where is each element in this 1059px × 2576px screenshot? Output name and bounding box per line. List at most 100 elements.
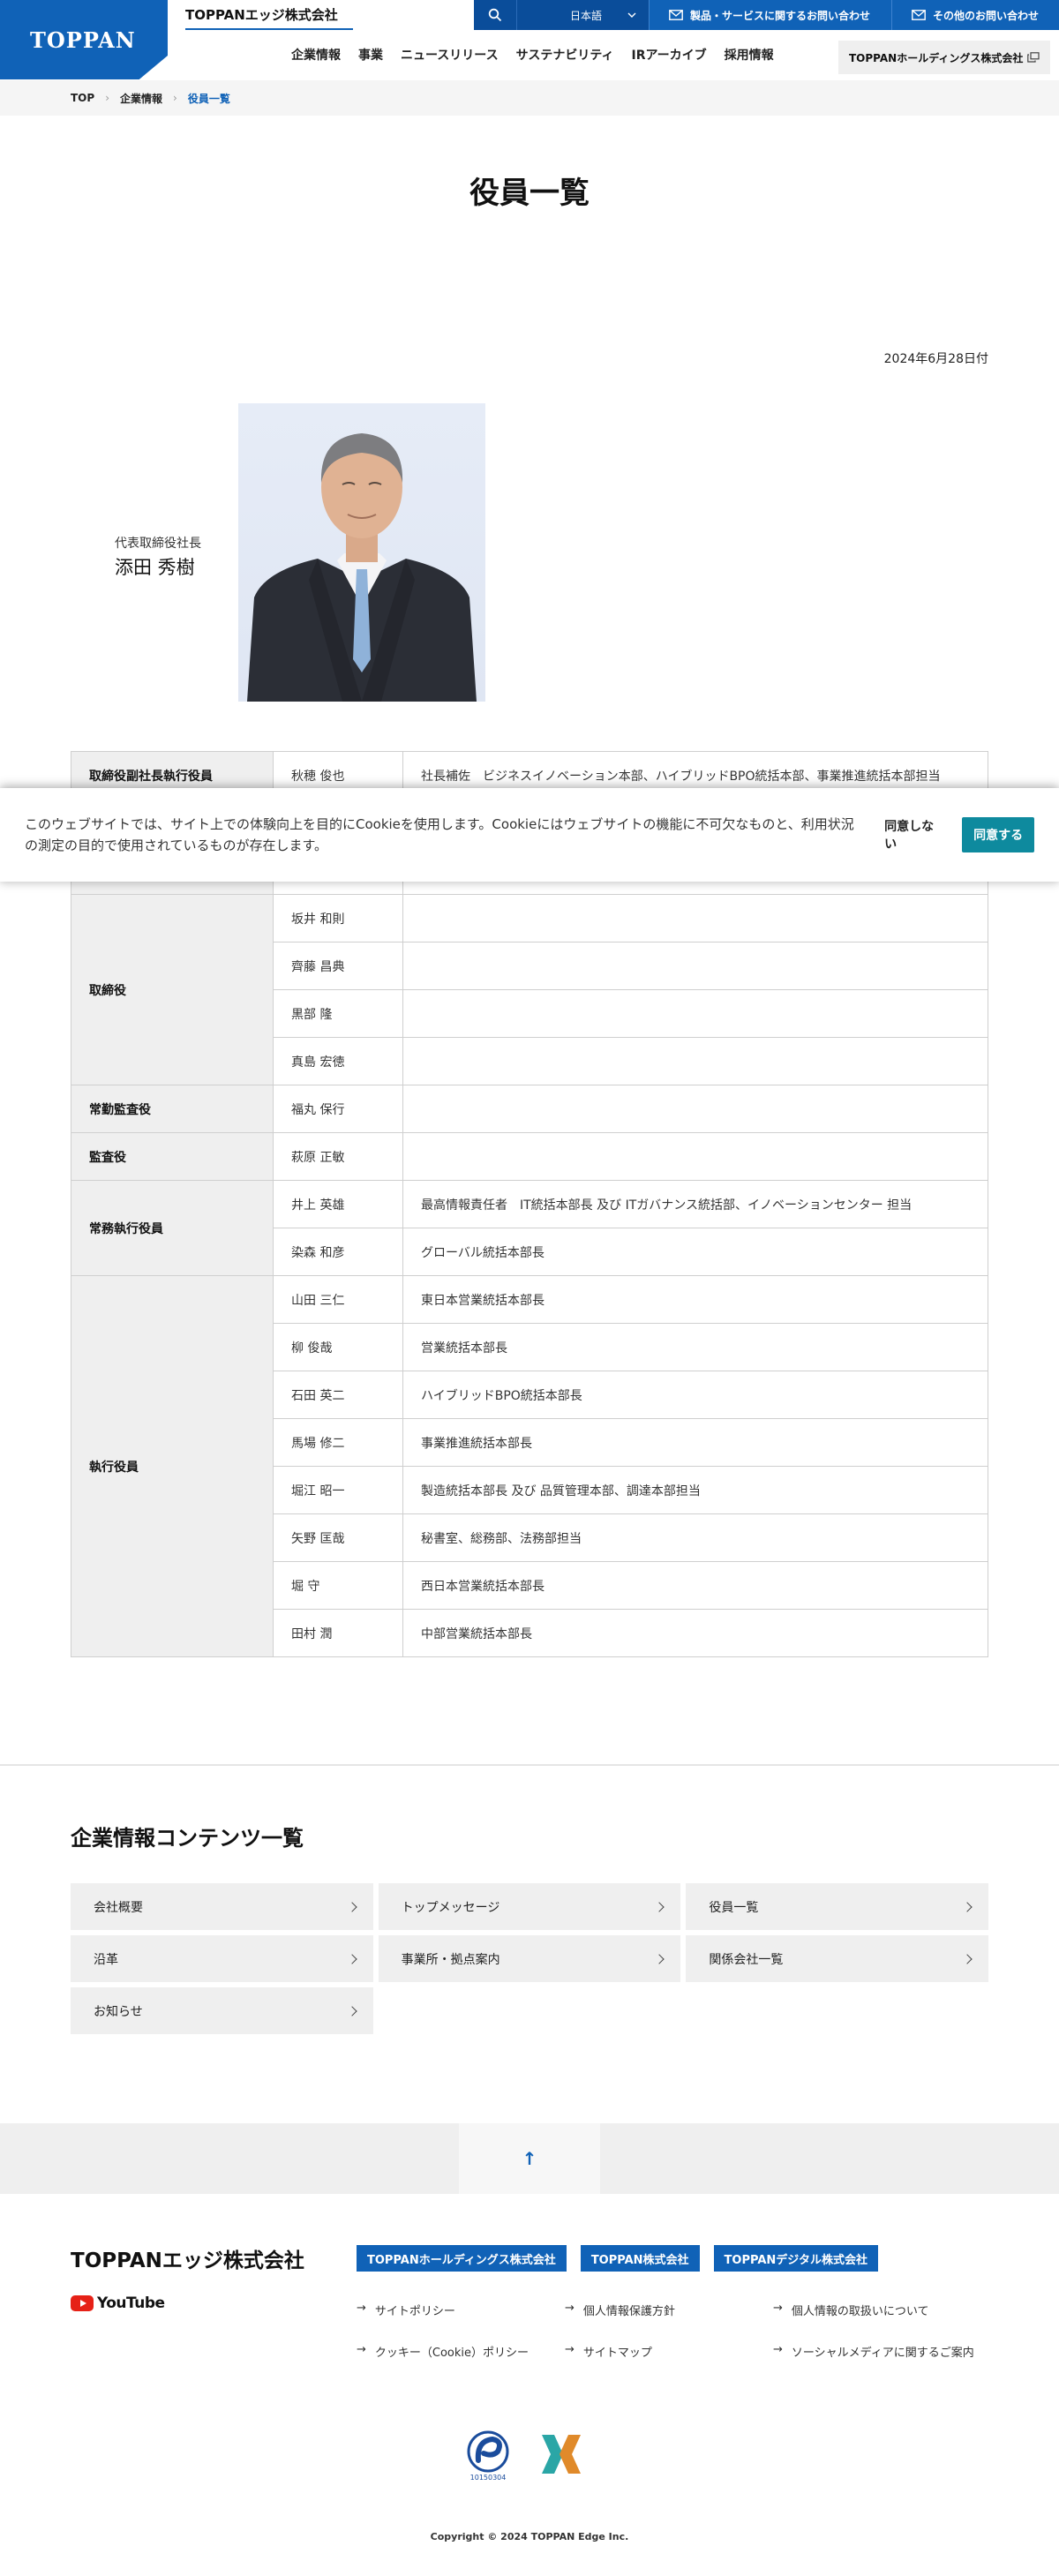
name-cell: 柳 俊哉 [273,1323,403,1371]
name-cell: 染森 和彦 [273,1228,403,1276]
duty-cell [402,1085,988,1133]
footer-link-privacy-policy[interactable]: → 個人情報保護方針 [565,2302,773,2318]
contents-item-officers[interactable]: 役員一覧 [686,1883,988,1930]
search-icon [488,8,502,22]
site-footer: TOPPANエッジ株式会社 YouTube TOPPANホールディングス株式会社… [0,2194,1059,2576]
footer-link-social-media[interactable]: → ソーシャルメディアに関するご案内 [773,2343,1010,2360]
cookie-accept-button[interactable]: 同意する [962,817,1034,852]
logo-text: TOPPAN [30,26,136,53]
site-header: TOPPAN TOPPANエッジ株式会社 日本語 製品・サービスに関するお問い合… [0,0,1059,80]
holdings-link[interactable]: TOPPANホールディングス株式会社 [838,41,1050,74]
breadcrumb-item-corporate[interactable]: 企業情報 [120,91,162,106]
language-select[interactable]: 日本語 [516,0,649,30]
footer-link-label: サイトマップ [582,2347,652,2360]
contents-item-label: 会社概要 [94,1900,143,1915]
chevron-right-icon [654,1901,665,1912]
table-row: 監査役 萩原 正敏 [71,1132,988,1181]
mail-icon [669,10,683,20]
back-to-top-band: ↑ [0,2123,1059,2194]
contents-item-company-profile[interactable]: 会社概要 [71,1883,373,1930]
arrow-right-icon: → [773,2343,783,2356]
group-link-holdings[interactable]: TOPPANホールディングス株式会社 [357,2245,567,2272]
footer-link-personal-info[interactable]: → 個人情報の取扱いについて [773,2302,1010,2318]
nav-item-news[interactable]: ニュースリリース [392,46,507,64]
holdings-link-label: TOPPANホールディングス株式会社 [849,51,1024,64]
duty-cell [402,989,988,1038]
group-link-digital[interactable]: TOPPANデジタル株式会社 [713,2245,879,2272]
cookie-decline-button[interactable]: 同意しない [884,817,944,852]
footer-link-site-policy[interactable]: → サイトポリシー [357,2302,565,2318]
footer-link-label: 個人情報保護方針 [582,2305,675,2318]
name-cell: 山田 三仁 [273,1275,403,1324]
arrow-right-icon: → [357,2343,366,2356]
nav-item-business[interactable]: 事業 [349,46,392,64]
president-section: 代表取締役社長 添田 秀樹 [71,403,988,703]
president-portrait [247,433,477,702]
duty-cell: 製造統括本部長 及び 品質管理本部、調達本部担当 [402,1466,988,1514]
contact-other-button[interactable]: その他のお問い合わせ [891,0,1059,30]
youtube-label: YouTube [97,2294,165,2312]
duty-cell [402,942,988,990]
name-cell: 真島 宏徳 [273,1037,403,1085]
breadcrumb-current: 役員一覧 [187,92,230,105]
name-cell: 坂井 和則 [273,894,403,943]
search-button[interactable] [474,0,516,30]
breadcrumb-item-top[interactable]: TOP [71,92,94,104]
certification-badges: 10150304 [459,2425,584,2483]
nav-item-ir-archive[interactable]: IRアーカイブ [623,46,716,64]
contents-item-offices[interactable]: 事業所・拠点案内 [378,1935,681,1982]
president-name: 添田 秀樹 [115,557,195,578]
name-cell: 矢野 匡哉 [273,1513,403,1562]
table-row: 取締役 坂井 和則 [71,894,988,1085]
breadcrumb: TOP › 企業情報 › 役員一覧 [0,80,1059,116]
contents-item-label: 沿革 [94,1952,118,1967]
name-cell: 萩原 正敏 [273,1132,403,1181]
contact-products-label: 製品・サービスに関するお問い合わせ [690,9,871,22]
chevron-right-icon [346,1901,357,1912]
president-photo [238,403,485,702]
duty-cell [402,1132,988,1181]
contents-item-affiliates[interactable]: 関係会社一覧 [686,1935,988,1982]
footer-link-cookie-policy[interactable]: → クッキー（Cookie）ポリシー [357,2343,565,2360]
nav-item-corporate[interactable]: 企業情報 [282,46,349,64]
contents-item-news[interactable]: お知らせ [71,1987,373,2034]
contents-item-label: 役員一覧 [709,1900,759,1915]
name-cell: 田村 潤 [273,1609,403,1657]
corporate-contents-section: 企業情報コンテンツ一覧 会社概要 トップメッセージ 役員一覧 沿革 事業所・拠点… [0,1764,1059,2034]
footer-link-label: 個人情報の取扱いについて [791,2305,929,2318]
role-cell: 監査役 [71,1132,274,1181]
contact-products-button[interactable]: 製品・サービスに関するお問い合わせ [649,0,891,30]
name-cell: 福丸 保行 [273,1085,403,1133]
back-to-top-button[interactable]: ↑ [459,2123,600,2194]
duty-cell: 西日本営業統括本部長 [402,1561,988,1610]
certification-x-icon[interactable] [538,2431,584,2477]
table-row: 常務執行役員 井上 英雄 最高情報責任者 IT統括本部長 及び ITガバナンス統… [71,1180,988,1276]
contents-item-top-message[interactable]: トップメッセージ [378,1883,681,1930]
duty-cell: ハイブリッドBPO統括本部長 [402,1371,988,1419]
table-row: 常勤監査役 福丸 保行 [71,1085,988,1133]
name-cell: 齊藤 昌典 [273,942,403,990]
youtube-link[interactable]: YouTube [71,2294,165,2312]
group-link-toppan[interactable]: TOPPAN株式会社 [580,2245,700,2272]
site-logo[interactable]: TOPPAN [0,0,168,79]
contents-item-label: トップメッセージ [401,1900,500,1915]
nav-item-sustainability[interactable]: サステナビリティ [507,46,623,64]
privacy-mark-icon[interactable]: 10150304 [459,2425,517,2483]
arrow-right-icon: → [773,2302,783,2315]
effective-date: 2024年6月28日付 [883,352,988,366]
role-cell: 常勤監査役 [71,1085,274,1133]
chevron-right-icon [346,1953,357,1964]
name-cell: 堀江 昭一 [273,1466,403,1514]
footer-link-sitemap[interactable]: → サイトマップ [565,2343,773,2360]
duty-cell: 事業推進統括本部長 [402,1418,988,1467]
contents-item-label: 関係会社一覧 [709,1952,784,1967]
contents-item-history[interactable]: 沿革 [71,1935,373,1982]
role-cell: 執行役員 [71,1275,274,1657]
footer-link-label: サイトポリシー [374,2305,455,2318]
duty-cell [402,1037,988,1085]
external-link-icon [1027,52,1040,63]
contents-item-label: 事業所・拠点案内 [401,1952,500,1967]
nav-item-recruit[interactable]: 採用情報 [716,46,783,64]
footer-company-name: TOPPANエッジ株式会社 [71,2249,304,2272]
page-title: 役員一覧 [469,176,590,211]
